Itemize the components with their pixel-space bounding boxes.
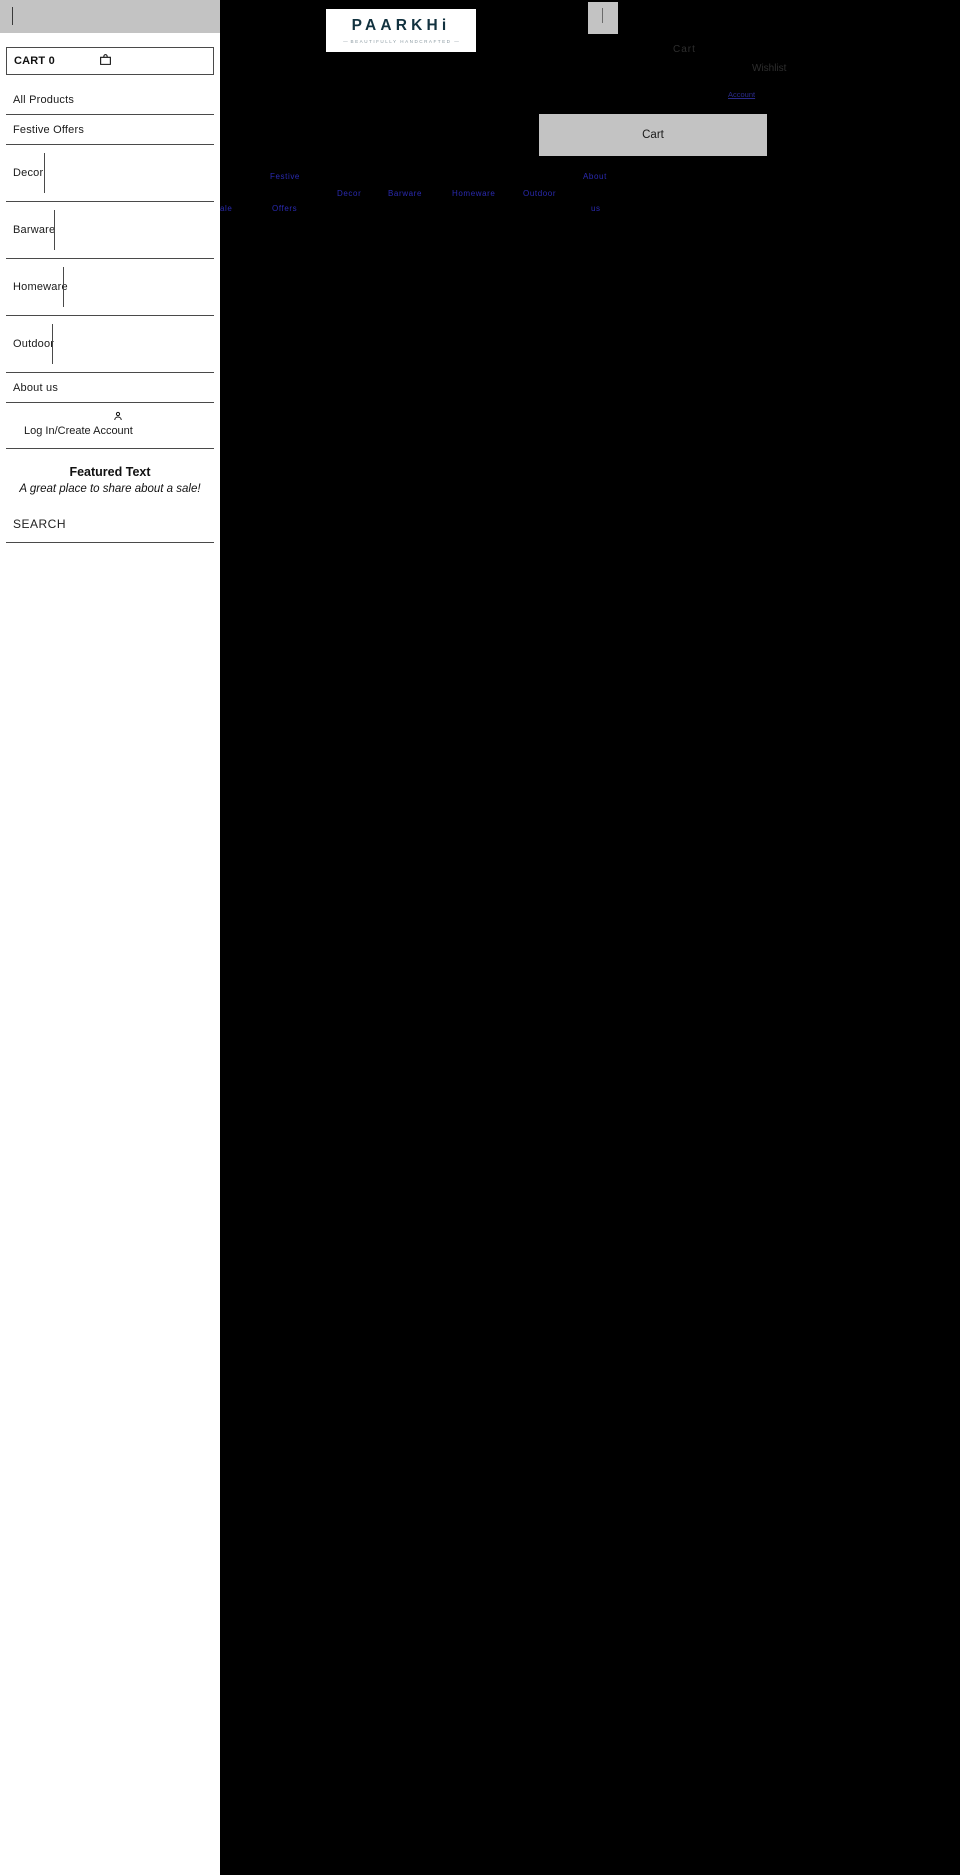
- sidebar-item-outdoor[interactable]: Outdoor: [6, 316, 214, 373]
- text-caret: [12, 7, 13, 25]
- nav-link-homeware[interactable]: Homeware: [452, 189, 495, 198]
- logo-tagline: — BEAUTIFULLY HANDCRAFTED —: [343, 39, 459, 44]
- submenu-divider: [44, 153, 45, 193]
- logo-word-main: PAARKH: [351, 17, 442, 34]
- sidebar-item-homeware[interactable]: Homeware: [6, 259, 214, 316]
- sidebar-item-login-create-account[interactable]: Log In/Create Account: [6, 403, 214, 449]
- featured-subtitle: A great place to share about a sale!: [19, 483, 201, 495]
- sidebar-top-bar: [0, 0, 220, 33]
- nav-link-us[interactable]: us: [591, 204, 601, 213]
- nav-link-about[interactable]: About: [583, 172, 607, 181]
- site-logo[interactable]: PAARKHi — BEAUTIFULLY HANDCRAFTED —: [326, 9, 476, 52]
- header-input-chip[interactable]: [588, 2, 618, 34]
- sidebar-item-label: Outdoor: [13, 338, 55, 350]
- sidebar-item-label: All Products: [13, 93, 75, 106]
- featured-text-block: Featured Text A great place to share abo…: [0, 449, 220, 499]
- account-label: Log In/Create Account: [24, 425, 133, 437]
- sidebar-item-all-products[interactable]: All Products: [6, 85, 214, 115]
- nav-link-outdoor[interactable]: Outdoor: [523, 189, 556, 198]
- shopping-bag-icon: [99, 53, 112, 71]
- submenu-divider: [63, 267, 64, 307]
- header-wishlist-link[interactable]: Wishlist: [752, 63, 786, 74]
- submenu-divider: [52, 324, 53, 364]
- sidebar-menu-list: All Products Festive Offers Decor Barwar…: [0, 85, 220, 449]
- sidebar-item-festive-offers[interactable]: Festive Offers: [6, 115, 214, 145]
- cart-panel[interactable]: Cart: [539, 114, 767, 156]
- header-cart-link[interactable]: Cart: [673, 44, 696, 55]
- sidebar-cart-button[interactable]: CART 0: [6, 47, 214, 75]
- submenu-divider: [54, 210, 55, 250]
- sidebar-cart-label: CART 0: [14, 55, 55, 67]
- tagline-dash-right: —: [454, 39, 459, 44]
- sidebar-item-label: Barware: [13, 224, 56, 236]
- sidebar-menu-panel: CART 0 All Products Festive Offers Decor…: [0, 0, 220, 1875]
- logo-word-tail: i: [441, 17, 451, 34]
- sidebar-item-label: Decor: [13, 167, 44, 179]
- cart-panel-label: Cart: [642, 129, 664, 141]
- sidebar-item-decor[interactable]: Decor: [6, 145, 214, 202]
- header-account-link[interactable]: Account: [728, 90, 755, 99]
- main-content-area: PAARKHi — BEAUTIFULLY HANDCRAFTED — Cart…: [220, 0, 960, 1875]
- sidebar-item-label: About us: [13, 381, 59, 394]
- nav-link-offers[interactable]: Offers: [272, 204, 297, 213]
- search-label: SEARCH: [13, 517, 67, 531]
- sidebar-item-barware[interactable]: Barware: [6, 202, 214, 259]
- sidebar-item-label: Festive Offers: [13, 123, 85, 136]
- tagline-text: BEAUTIFULLY HANDCRAFTED: [350, 39, 452, 44]
- lower-content-band: [220, 1205, 805, 1875]
- sidebar-item-label: Homeware: [13, 281, 68, 293]
- nav-link-sale[interactable]: ale: [220, 204, 232, 213]
- nav-link-barware[interactable]: Barware: [388, 189, 422, 198]
- nav-link-decor[interactable]: Decor: [337, 189, 361, 198]
- featured-title: Featured Text: [69, 465, 151, 479]
- tagline-dash-left: —: [343, 39, 348, 44]
- logo-wordmark: PAARKHi: [352, 17, 451, 35]
- nav-link-festive[interactable]: Festive: [270, 172, 300, 181]
- text-caret: [602, 8, 603, 23]
- sidebar-search-field[interactable]: SEARCH: [6, 513, 214, 543]
- sidebar-item-about-us[interactable]: About us: [6, 373, 214, 403]
